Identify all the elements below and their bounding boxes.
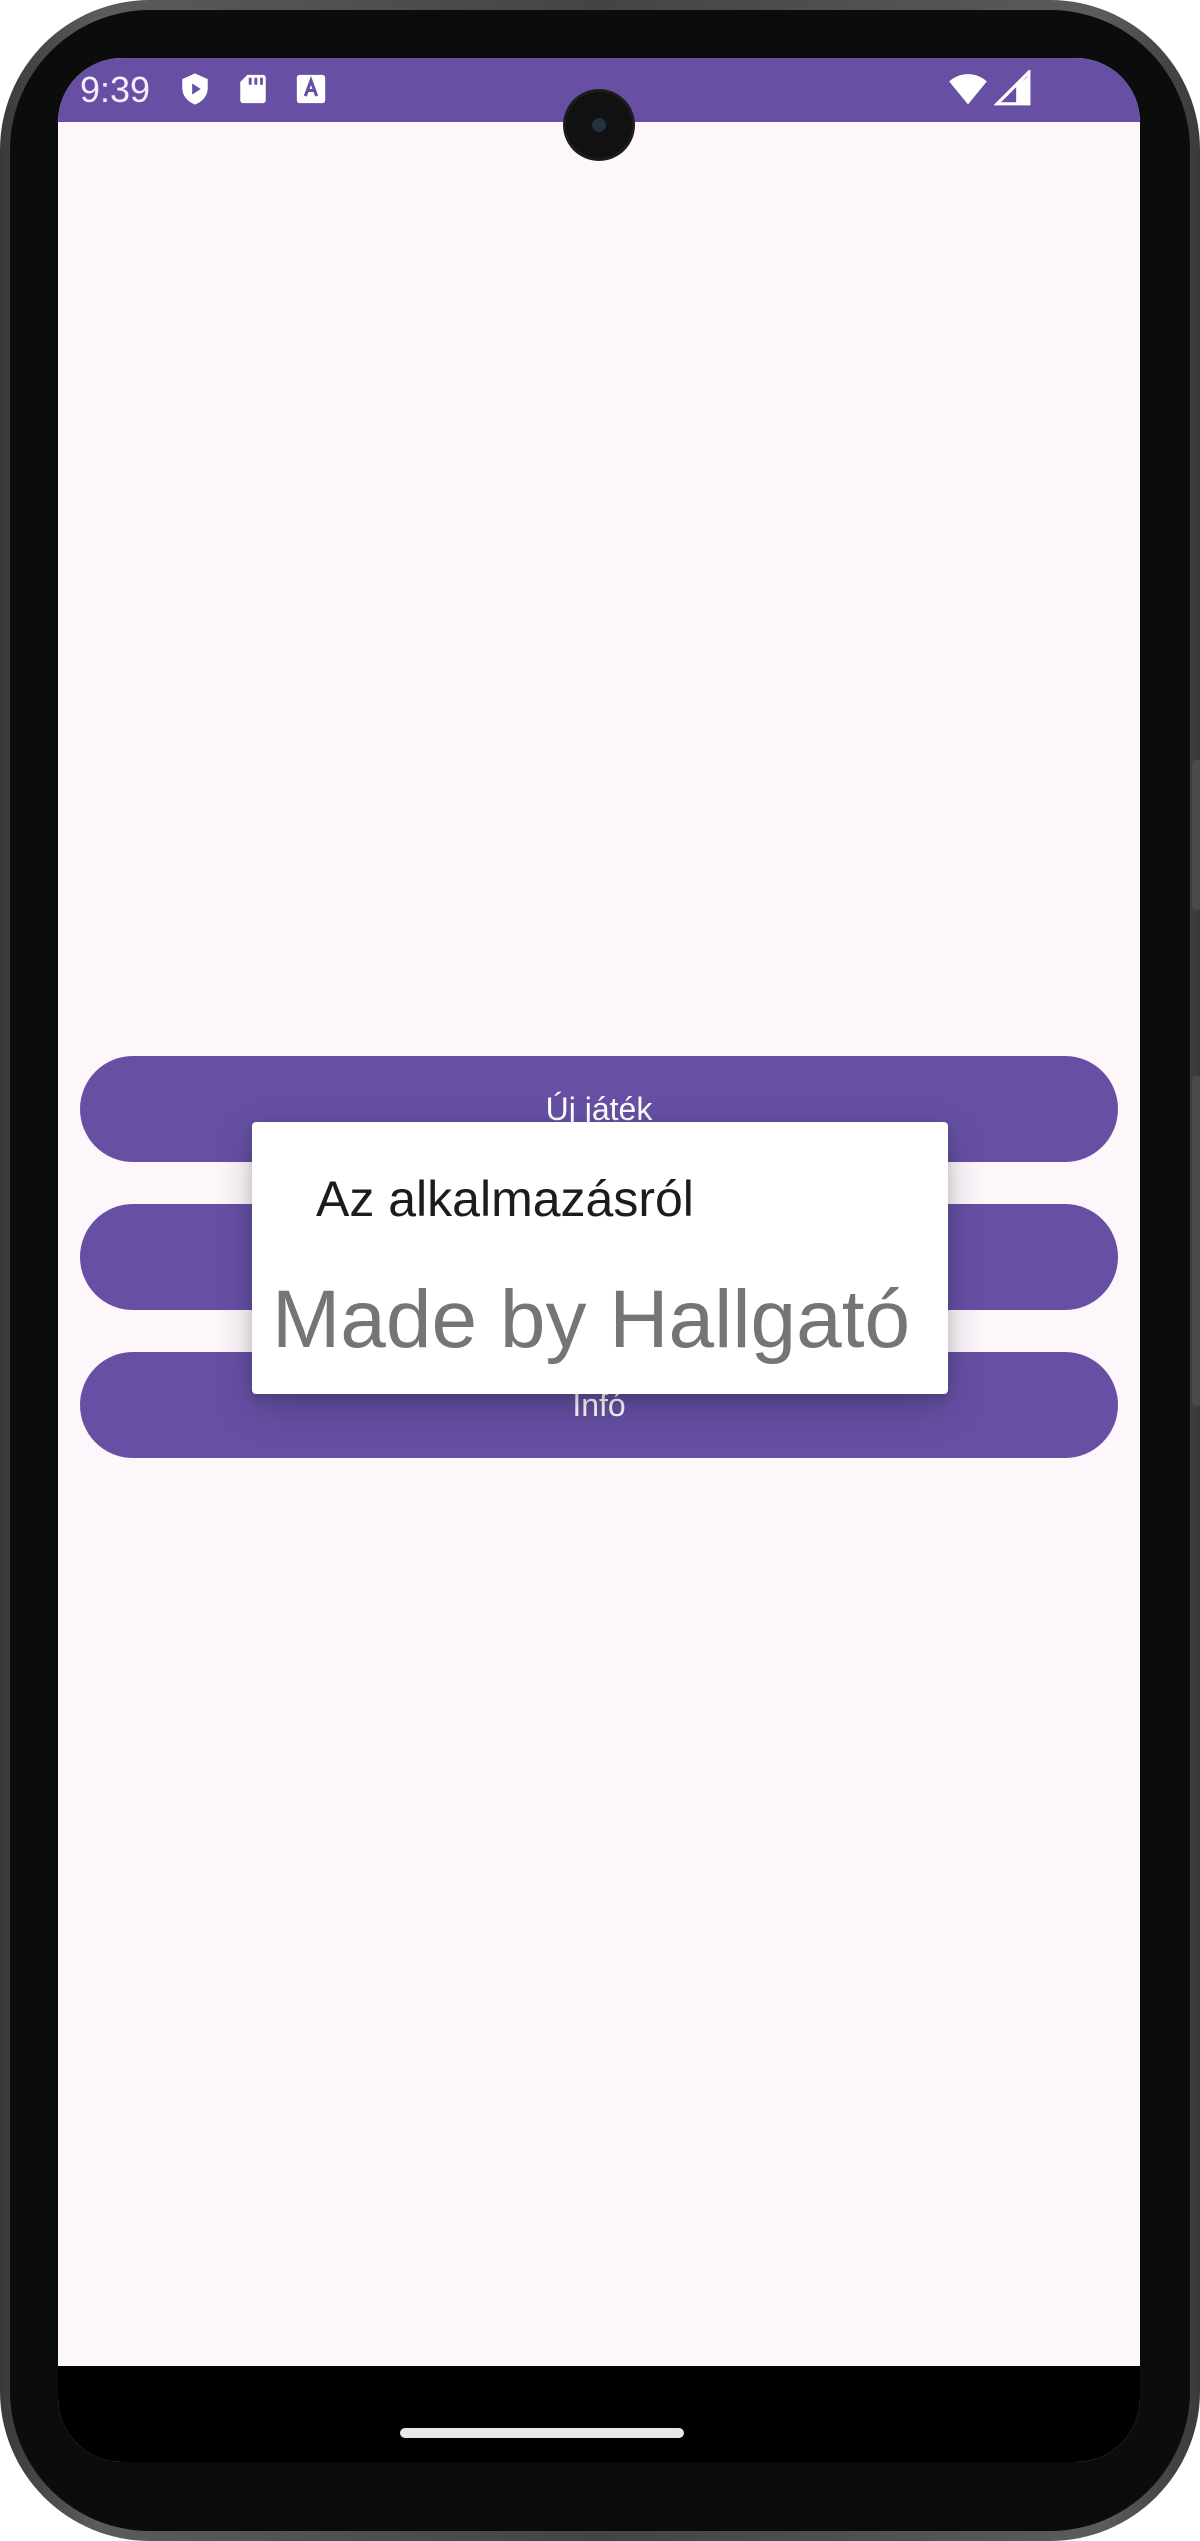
power-button — [1192, 1076, 1200, 1406]
about-dialog: Az alkalmazásról Made by Hallgató — [252, 1122, 948, 1394]
volume-button — [1192, 760, 1200, 910]
home-gesture-handle[interactable] — [400, 2428, 684, 2438]
screen: 9:39 Új játék Infó Az alkalmazásról Made… — [58, 58, 1140, 2462]
dialog-message: Made by Hallgató — [272, 1274, 911, 1365]
phone-frame: 9:39 Új játék Infó Az alkalmazásról Made… — [0, 0, 1200, 2541]
dialog-title: Az alkalmazásról — [316, 1171, 694, 1227]
navigation-bar — [58, 2366, 1140, 2462]
